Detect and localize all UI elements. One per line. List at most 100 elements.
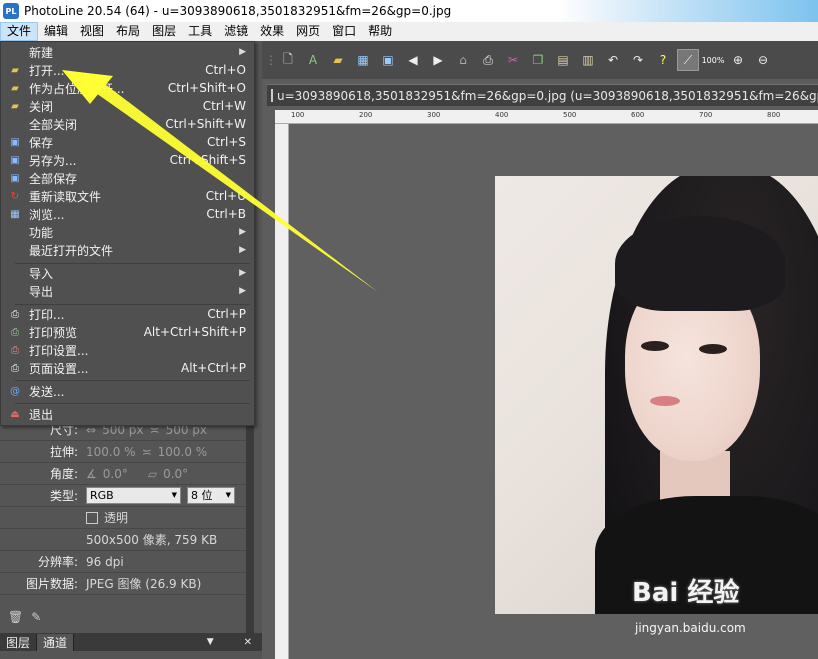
copy-icon[interactable]: ❐ (527, 49, 549, 71)
submenu-arrow-icon: ▶ (239, 47, 246, 57)
menu-tools[interactable]: 工具 (182, 22, 218, 41)
open-folder-icon[interactable]: ▰ (327, 49, 349, 71)
reload-icon: ↻ (10, 190, 20, 202)
measure-tool-icon[interactable]: ⟋ (677, 49, 699, 71)
document-tab[interactable]: u=3093890618,3501832951&fm=26&gp=0.jpg (… (267, 84, 818, 106)
title-bar: PL PhotoLine 20.54 (64) - u=3093890618,3… (0, 0, 818, 22)
print-settings-icon: ⎙ (11, 344, 19, 356)
menu-item-open-placeholder[interactable]: ▰ 作为占位层打开... Ctrl+Shift+O (1, 79, 254, 97)
menu-item-send[interactable]: @ 发送... (1, 382, 254, 400)
horizontal-ruler[interactable]: 100 200 300 400 500 600 700 800 (275, 110, 818, 124)
save-icon[interactable]: ▣ (377, 49, 399, 71)
menu-layer[interactable]: 图层 (146, 22, 182, 41)
redo-icon[interactable]: ↷ (627, 49, 649, 71)
menu-item-save-all[interactable]: ▣ 全部保存 (1, 169, 254, 187)
photo-lips (650, 396, 680, 406)
menu-edit[interactable]: 编辑 (38, 22, 74, 41)
panel-bottom-icons: 🗑 ✎ (8, 610, 41, 624)
menu-item-close-all[interactable]: 全部关闭 Ctrl+Shift+W (1, 115, 254, 133)
zoom-100-button[interactable]: 100% (702, 49, 725, 71)
forward-arrow-icon[interactable]: ▶ (427, 49, 449, 71)
menu-item-reload[interactable]: ↻ 重新读取文件 Ctrl+U (1, 187, 254, 205)
menu-item-save-as[interactable]: ▣ 另存为... Ctrl+Shift+S (1, 151, 254, 169)
zoom-in-icon[interactable]: ⊕ (727, 49, 749, 71)
paste-icon[interactable]: ▤ (552, 49, 574, 71)
photo-portrait[interactable] (495, 176, 818, 614)
scanner-icon[interactable]: ⌂ (452, 49, 474, 71)
menu-web[interactable]: 网页 (290, 22, 326, 41)
save-icon: ▣ (10, 136, 20, 148)
brush-icon[interactable]: ✎ (31, 610, 41, 624)
panel-tabbar: 图层 通道 ▼ ✕ (0, 633, 262, 651)
vertical-ruler[interactable] (275, 124, 289, 659)
menu-window[interactable]: 窗口 (326, 22, 362, 41)
trash-icon[interactable]: 🗑 (8, 610, 23, 624)
tab-layers[interactable]: 图层 (0, 633, 38, 651)
image-file-icon (271, 89, 273, 102)
menu-item-exit[interactable]: ⏏ 退出 (1, 405, 254, 423)
menu-item-new[interactable]: 新建 ▶ (1, 43, 254, 61)
menu-item-recent[interactable]: 最近打开的文件 ▶ (1, 241, 254, 259)
prop-imagedata-value: JPEG 图像 (26.9 KB) (86, 577, 202, 591)
back-arrow-icon[interactable]: ◀ (402, 49, 424, 71)
menu-file[interactable]: 文件 (0, 22, 39, 41)
menu-item-print-preview[interactable]: ⎙ 打印预览 Alt+Ctrl+Shift+P (1, 323, 254, 341)
menu-view[interactable]: 视图 (74, 22, 110, 41)
bit-depth-select[interactable]: 8 位 ▼ (187, 487, 235, 504)
zoom-out-icon[interactable]: ⊖ (752, 49, 774, 71)
prop-angle-rotate[interactable]: 0.0° (103, 467, 128, 481)
menu-help[interactable]: 帮助 (362, 22, 398, 41)
color-mode-select[interactable]: RGB ▼ (86, 487, 181, 504)
browse-icon: ▦ (10, 208, 20, 220)
prop-info-row: 500x500 像素, 759 KB (0, 529, 246, 551)
prop-imagedata-row: 图片数据: JPEG 图像 (26.9 KB) (0, 573, 246, 595)
menu-filter[interactable]: 滤镜 (218, 22, 254, 41)
prop-imagedata-label: 图片数据: (25, 577, 78, 591)
app-icon: PL (3, 3, 19, 19)
print-preview-icon: ⎙ (11, 326, 19, 338)
menu-item-open[interactable]: ▰ 打开... Ctrl+O (1, 61, 254, 79)
panel-menu-chevron-icon[interactable]: ▼ (207, 637, 214, 647)
toolbar-grip-icon[interactable]: ⋮ (265, 49, 277, 71)
browse-icon[interactable]: ▦ (352, 49, 374, 71)
menu-item-import[interactable]: 导入 ▶ (1, 264, 254, 282)
file-menu-dropdown: 新建 ▶ ▰ 打开... Ctrl+O ▰ 作为占位层打开... Ctrl+Shift+O… (0, 41, 255, 426)
help-cursor-icon[interactable]: ? (652, 49, 674, 71)
prop-resolution-value[interactable]: 96 dpi (82, 555, 246, 569)
prop-stretch-width[interactable]: 100.0 % (86, 445, 136, 459)
tab-channels[interactable]: 通道 (37, 633, 75, 651)
panel-close-icon[interactable]: ✕ (244, 637, 252, 648)
ruler-tick-label: 100 (291, 111, 305, 119)
menu-item-functions[interactable]: 功能 ▶ (1, 223, 254, 241)
window-title: PhotoLine 20.54 (64) - u=3093890618,3501… (24, 4, 452, 18)
menu-item-close[interactable]: ▰ 关闭 Ctrl+W (1, 97, 254, 115)
menu-item-print-settings[interactable]: ⎙ 打印设置... (1, 341, 254, 359)
baidu-watermark-url: jingyan.baidu.com (635, 621, 746, 635)
prop-stretch-height[interactable]: 100.0 % (158, 445, 208, 459)
prop-stretch-row: 拉伸: 100.0 % ≍ 100.0 % (0, 441, 246, 463)
transparent-checkbox[interactable] (86, 511, 98, 524)
menu-effects[interactable]: 效果 (254, 22, 290, 41)
prop-angle-shear[interactable]: 0.0° (163, 467, 188, 481)
new-text-icon[interactable]: A (302, 49, 324, 71)
paste-new-icon[interactable]: ▥ (577, 49, 599, 71)
menu-bar: 文件 编辑 视图 布局 图层 工具 滤镜 效果 网页 窗口 帮助 (0, 22, 818, 41)
document-area: u=3093890618,3501832951&fm=26&gp=0.jpg (… (262, 79, 818, 659)
menu-item-export[interactable]: 导出 ▶ (1, 282, 254, 300)
print-icon[interactable]: ⎙ (477, 49, 499, 71)
new-document-icon[interactable]: 🗋 (277, 49, 299, 71)
panel-scrollbar[interactable] (246, 421, 254, 651)
menu-item-save[interactable]: ▣ 保存 Ctrl+S (1, 133, 254, 151)
menu-item-page-setup[interactable]: ⎙ 页面设置... Alt+Ctrl+P (1, 359, 254, 377)
menu-item-browse[interactable]: ▦ 浏览... Ctrl+B (1, 205, 254, 223)
menu-item-print[interactable]: ⎙ 打印... Ctrl+P (1, 305, 254, 323)
undo-icon[interactable]: ↶ (602, 49, 624, 71)
cut-icon[interactable]: ✂ (502, 49, 524, 71)
document-tab-title: u=3093890618,3501832951&fm=26&gp=0.jpg (… (277, 88, 818, 103)
prop-angle-row: 角度: ∡ 0.0° ▱ 0.0° (0, 463, 246, 485)
page-setup-icon: ⎙ (11, 362, 19, 374)
photo-eye-left (641, 341, 669, 351)
ruler-tick-label: 300 (427, 111, 441, 119)
menu-layout[interactable]: 布局 (110, 22, 146, 41)
ruler-tick-label: 600 (631, 111, 645, 119)
